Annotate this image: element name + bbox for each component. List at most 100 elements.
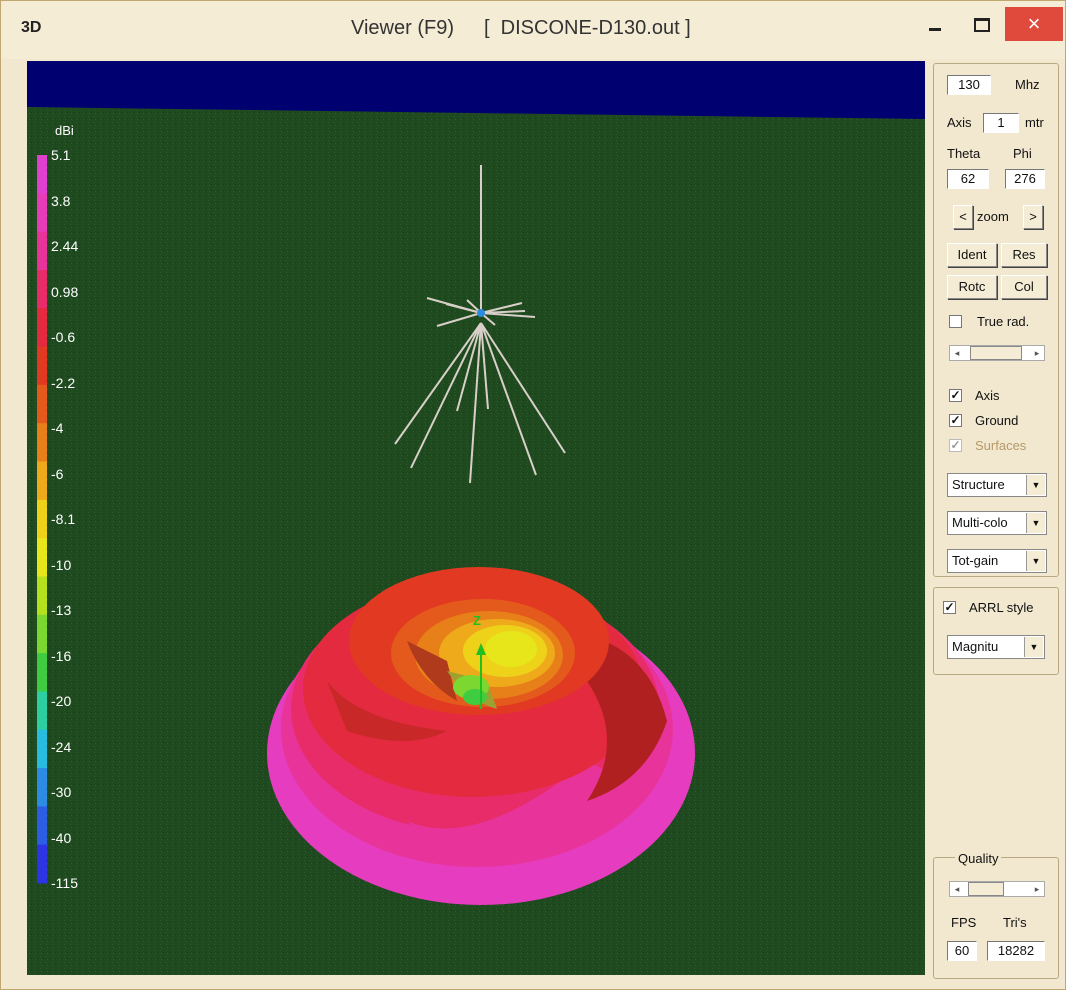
- rotc-button[interactable]: Rotc: [947, 275, 997, 299]
- scale-swatch: [37, 653, 47, 692]
- scale-unit-label: dBi: [55, 123, 74, 138]
- scale-swatch: [37, 231, 47, 271]
- phi-label: Phi: [1013, 146, 1032, 161]
- scale-swatch: [37, 538, 47, 577]
- slider-thumb: [970, 346, 1022, 360]
- app-logo: 3D: [21, 19, 42, 36]
- scale-swatch: [37, 614, 47, 654]
- quality-slider[interactable]: ◂ ▸: [949, 881, 1045, 897]
- axis-unit: mtr: [1025, 115, 1044, 130]
- tris-label: Tri's: [1003, 915, 1027, 930]
- scale-tick-label: -10: [51, 556, 72, 573]
- ident-button[interactable]: Ident: [947, 243, 997, 267]
- scale-swatch: [37, 576, 47, 616]
- scale-tick-label: 3.8: [51, 192, 71, 209]
- scale-swatch: [37, 806, 47, 846]
- scale-tick-label: -2.2: [51, 374, 76, 391]
- zoom-label: zoom: [977, 209, 1009, 224]
- theta-field[interactable]: 62: [947, 169, 989, 189]
- scale-tick-label: 2.44: [51, 238, 79, 254]
- true-rad-label: True rad.: [977, 314, 1030, 329]
- scale-swatch: [37, 423, 47, 463]
- zoom-in-button[interactable]: >: [1023, 205, 1043, 229]
- axis-label: Axis: [947, 115, 972, 130]
- scale-swatch: [37, 155, 47, 194]
- scale-swatch: [37, 691, 47, 731]
- phi-field[interactable]: 276: [1005, 169, 1045, 189]
- scale-swatch: [37, 308, 47, 348]
- dropdown-arrow-icon: ▼: [1024, 637, 1043, 657]
- structure-value: Structure: [952, 477, 1005, 492]
- axis-size-field[interactable]: 1: [983, 113, 1019, 133]
- arrl-style-checkbox[interactable]: ✓: [943, 601, 956, 614]
- scale-tick-label: 5.1: [51, 147, 71, 163]
- slider-left-icon: ◂: [954, 348, 960, 358]
- slider-thumb: [968, 882, 1004, 896]
- dropdown-arrow-icon: ▼: [1026, 475, 1045, 495]
- title-filename: [ DISCONE-D130.out ]: [484, 17, 691, 39]
- scale-tick-label: -24: [51, 738, 72, 755]
- fps-label: FPS: [951, 915, 977, 930]
- scale-tick-label: 0.98: [51, 283, 79, 300]
- scale-tick-label: -30: [51, 784, 72, 800]
- tris-value: 18282: [987, 941, 1045, 961]
- scale-swatch: [37, 269, 47, 309]
- true-rad-checkbox[interactable]: [949, 315, 962, 328]
- dropdown-arrow-icon: ▼: [1026, 551, 1045, 571]
- color-scale-bar: [37, 155, 47, 884]
- surfaces-checkbox-label: Surfaces: [975, 438, 1027, 453]
- scale-tick-label: -8.1: [51, 511, 76, 527]
- close-icon: ×: [1027, 11, 1041, 36]
- true-rad-slider[interactable]: ◂ ▸: [949, 345, 1045, 361]
- minimize-icon: [929, 27, 941, 31]
- color-mode-dropdown[interactable]: Multi-colo ▼: [947, 511, 1047, 535]
- scale-swatch: [37, 768, 47, 807]
- scale-swatch: [37, 844, 47, 884]
- title-bar[interactable]: 3D Viewer (F9) [ DISCONE-D130.out ] ×: [1, 1, 1065, 59]
- window-title: Viewer (F9) [ DISCONE-D130.out ]: [351, 17, 691, 40]
- maximize-button[interactable]: [961, 7, 1003, 41]
- structure-dropdown[interactable]: Structure ▼: [947, 473, 1047, 497]
- surfaces-checkbox[interactable]: ✓: [949, 439, 962, 452]
- color-mode-value: Multi-colo: [952, 515, 1008, 530]
- scale-swatch: [37, 384, 47, 424]
- gain-type-dropdown[interactable]: Tot-gain ▼: [947, 549, 1047, 573]
- axis-checkbox[interactable]: ✓: [949, 389, 962, 402]
- scale-tick-label: -4: [51, 420, 64, 436]
- scale-tick-label: -13: [51, 602, 72, 618]
- quality-label: Quality: [955, 851, 1002, 866]
- scale-tick-label: -20: [51, 693, 72, 709]
- ground-checkbox-label: Ground: [975, 413, 1019, 428]
- title-viewer: Viewer (F9): [351, 17, 454, 39]
- scale-tick-label: -40: [51, 829, 72, 846]
- z-axis-label: Z: [473, 613, 481, 628]
- scale-swatch: [37, 461, 47, 501]
- arrl-style-label: ARRL style: [969, 600, 1034, 615]
- magnitude-value: Magnitu: [952, 639, 999, 654]
- dropdown-arrow-icon: ▼: [1026, 513, 1045, 533]
- scale-swatch: [37, 499, 47, 539]
- theta-label: Theta: [947, 146, 981, 161]
- minimize-button[interactable]: [915, 7, 955, 41]
- axis-checkbox-label: Axis: [975, 388, 1000, 403]
- res-button[interactable]: Res: [1001, 243, 1047, 267]
- slider-right-icon: ▸: [1034, 348, 1040, 358]
- scale-tick-label: -0.6: [51, 329, 76, 345]
- close-button[interactable]: ×: [1005, 7, 1063, 41]
- ground-checkbox[interactable]: ✓: [949, 414, 962, 427]
- 3d-viewport[interactable]: dBi 5.1 3.8 2.44 0.98 -0.6 -2.2 -4 -6 -8.1 -10 -13…: [27, 61, 925, 975]
- zoom-out-button[interactable]: <: [953, 205, 973, 229]
- magnitude-dropdown[interactable]: Magnitu ▼: [947, 635, 1045, 659]
- scale-swatch: [37, 346, 47, 386]
- slider-left-icon: ◂: [954, 884, 960, 894]
- maximize-icon: [974, 18, 990, 33]
- scale-tick-label: -115: [51, 875, 78, 891]
- scale-tick-label: -16: [51, 647, 72, 664]
- frequency-unit: Mhz: [1015, 77, 1040, 92]
- fps-value: 60: [947, 941, 977, 961]
- scene-svg: [27, 61, 925, 975]
- viewer-window: 3D Viewer (F9) [ DISCONE-D130.out ] × dBi…: [0, 0, 1066, 990]
- gain-type-value: Tot-gain: [952, 553, 999, 568]
- frequency-field[interactable]: 130: [947, 75, 991, 95]
- col-button[interactable]: Col: [1001, 275, 1047, 299]
